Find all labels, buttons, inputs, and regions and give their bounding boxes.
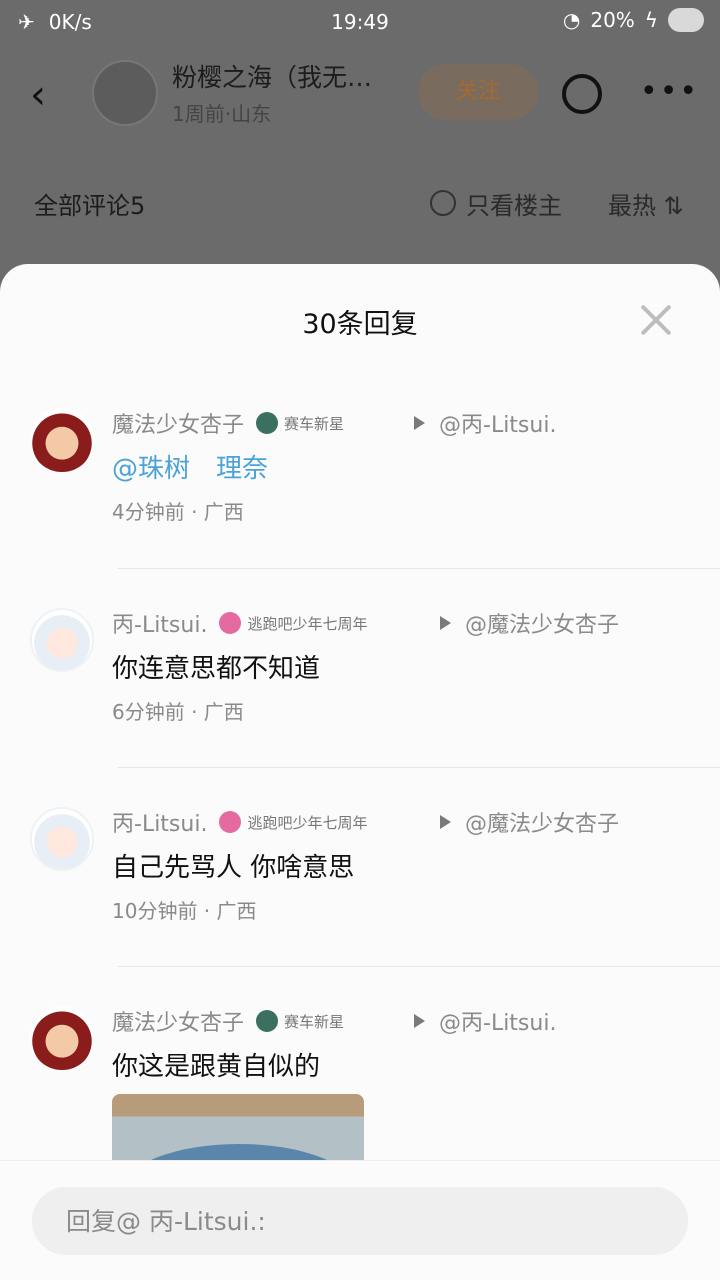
sheet-title: 30条回复 [302,309,418,340]
play-icon [440,815,451,829]
reply-target[interactable]: @丙-Litsui. [439,407,556,439]
reply-target[interactable]: @魔法少女杏子 [465,607,619,639]
reply-time: 4分钟前 · 广西 [112,500,244,524]
reply-content[interactable]: @珠树 理奈 [112,448,268,485]
badge-icon [256,412,279,434]
sort-button[interactable]: 最热 ⇅ [608,186,684,221]
list-item[interactable]: 魔法少女杏子 赛车新星 @丙-Litsui. @珠树 理奈 4分钟前 · 广西 [0,408,720,568]
comments-count: 全部评论5 [34,192,146,220]
radio-icon[interactable] [430,190,456,216]
follow-button[interactable]: 关注 [418,64,538,120]
avatar[interactable] [30,408,94,472]
reply-time: 10分钟前 · 广西 [112,899,257,923]
reply-target[interactable]: @丙-Litsui. [439,1005,556,1037]
replies-sheet: 30条回复 魔法少女杏子 赛车新星 @丙-Litsui. @珠树 理奈 4分钟前… [0,264,720,1280]
avatar[interactable] [30,807,94,871]
badge-label: 逃跑吧少年七周年 [247,813,368,832]
reply-content[interactable]: 你这是跟黄自似的 [112,1046,320,1083]
play-icon [414,416,425,430]
username[interactable]: 丙-Litsui. [112,607,207,639]
cloud-icon [668,8,704,32]
badge-label: 赛车新星 [284,1012,345,1031]
charging-icon: ϟ [644,8,658,32]
reply-time: 6分钟前 · 广西 [112,700,244,724]
reply-target[interactable]: @魔法少女杏子 [465,806,619,838]
list-item[interactable]: 丙-Litsui. 逃跑吧少年七周年 @魔法少女杏子 自己先骂人 你啥意思 10… [0,807,720,967]
badge-icon [256,1010,279,1032]
comments-bar: 全部评论5 只看楼主 最热 ⇅ [0,180,720,224]
share-icon[interactable] [562,74,602,114]
sheet-header: 30条回复 [0,264,720,374]
list-item[interactable]: 丙-Litsui. 逃跑吧少年七周年 @魔法少女杏子 你连意思都不知道 6分钟前… [0,608,720,768]
reply-footer [0,1160,720,1280]
badge-icon [219,612,242,634]
post-title: 粉樱之海（我无… [172,63,373,92]
post-meta: 1周前·山东 [172,102,272,126]
post-header: ‹ 粉樱之海（我无… 1周前·山东 关注 ••• [0,52,720,138]
avatar[interactable] [30,608,94,672]
divider [118,767,720,768]
only-owner-toggle[interactable]: 只看楼主 [466,186,562,221]
wifi-icon: ◔ [562,8,581,32]
badge-label: 赛车新星 [284,414,345,433]
close-icon[interactable] [636,300,676,340]
divider [118,568,720,569]
avatar[interactable] [30,1006,94,1070]
play-icon [440,616,451,630]
battery-level: 20% [590,8,635,32]
status-bar: ✈ 0K/s 19:49 ◔ 20% ϟ [0,0,720,48]
username[interactable]: 丙-Litsui. [112,806,207,838]
reply-content[interactable]: 你连意思都不知道 [112,648,320,685]
back-icon[interactable]: ‹ [30,72,70,118]
username[interactable]: 魔法少女杏子 [112,407,244,439]
avatar[interactable] [92,60,158,126]
divider [118,966,720,967]
more-icon[interactable]: ••• [640,74,699,109]
badge-label: 逃跑吧少年七周年 [247,614,368,633]
badge-icon [219,811,242,833]
list-item[interactable]: 魔法少女杏子 赛车新星 @丙-Litsui. 你这是跟黄自似的 [0,1006,720,1176]
reply-input[interactable] [32,1187,688,1255]
play-icon [414,1014,425,1028]
reply-content[interactable]: 自己先骂人 你啥意思 [112,847,354,884]
username[interactable]: 魔法少女杏子 [112,1005,244,1037]
